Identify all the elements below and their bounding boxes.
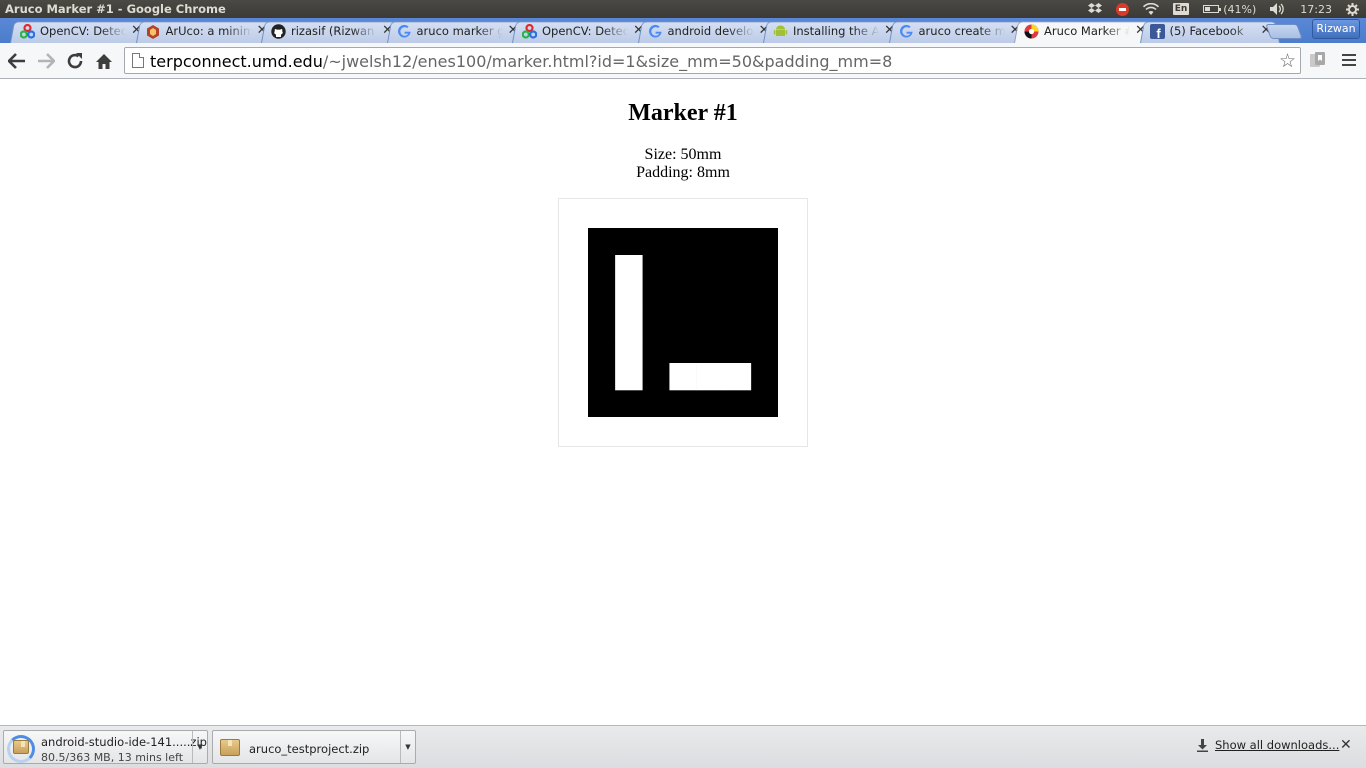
- page-title: Marker #1: [628, 100, 738, 126]
- url-host: terpconnect.umd.edu: [150, 52, 323, 71]
- google-icon: [397, 24, 412, 39]
- system-tray: En (41%) 17:23: [1081, 0, 1366, 18]
- no-entry-icon[interactable]: [1109, 0, 1136, 18]
- marker-white-cell: [723, 363, 752, 391]
- google-icon: [648, 24, 663, 39]
- download-menu-button[interactable]: ▼: [400, 731, 415, 763]
- back-button[interactable]: [5, 49, 29, 73]
- umd-icon: [1024, 24, 1039, 39]
- tab[interactable]: ArUco: a minima✕: [135, 20, 276, 43]
- tab[interactable]: aruco marker ge ✕: [386, 20, 527, 43]
- url-path: /~jwelsh12/enes100/marker.html?id=1&size…: [322, 52, 893, 71]
- settings-gear-icon[interactable]: [1339, 0, 1366, 18]
- tab-title: aruco marker ge: [416, 24, 503, 38]
- tab-title: rizasif (Rizwan A: [291, 24, 377, 38]
- battery-percentage: (41%): [1223, 2, 1257, 16]
- bookmark-star-icon[interactable]: ☆: [1279, 50, 1296, 72]
- aruco-icon: [146, 24, 161, 39]
- close-shelf-icon[interactable]: ✕: [1340, 737, 1352, 753]
- volume-icon[interactable]: [1263, 0, 1293, 18]
- tab[interactable]: Installing the An ✕: [763, 20, 903, 43]
- battery-icon: [1203, 5, 1222, 13]
- marker-white-cell: [696, 363, 725, 391]
- download-item[interactable]: android-studio-ide-141.....zip 80.5/363 …: [3, 730, 208, 764]
- forward-button[interactable]: [34, 49, 58, 73]
- opencv-icon: [20, 24, 35, 39]
- marker-white-cell: [669, 363, 697, 391]
- tab-title: ArUco: a minima: [165, 24, 252, 38]
- opencv-icon: [522, 24, 537, 39]
- battery-indicator[interactable]: (41%): [1196, 0, 1263, 18]
- show-all-downloads-link[interactable]: Show all downloads...: [1196, 738, 1339, 752]
- page-icon: [132, 53, 144, 68]
- marker-white-cell: [615, 309, 643, 337]
- extension-icon[interactable]: [1309, 51, 1327, 69]
- wifi-icon[interactable]: [1136, 0, 1166, 18]
- browser-toolbar: terpconnect.umd.edu/~jwelsh12/enes100/ma…: [0, 43, 1366, 79]
- window-title: Aruco Marker #1 - Google Chrome: [5, 2, 226, 16]
- back-arrow-icon: [8, 53, 25, 69]
- download-status: 80.5/363 MB, 13 mins left: [41, 751, 184, 764]
- download-shelf: android-studio-ide-141.....zip 80.5/363 …: [0, 725, 1366, 768]
- tab-title: android develop: [667, 24, 754, 38]
- tab-strip: OpenCV: Detecti✕ArUco: a minima✕rizasif …: [0, 18, 1366, 43]
- reload-icon: [67, 53, 83, 69]
- profile-button[interactable]: Rizwan: [1312, 19, 1360, 39]
- tab[interactable]: OpenCV: Detecti ✕: [512, 20, 652, 43]
- tab[interactable]: android develop ✕: [637, 20, 778, 43]
- home-icon: [96, 53, 112, 69]
- url-text[interactable]: terpconnect.umd.edu/~jwelsh12/enes100/ma…: [150, 52, 892, 71]
- tab-title: Installing the An: [793, 24, 879, 38]
- forward-arrow-icon: [38, 53, 55, 69]
- tab[interactable]: aruco create ma ✕: [888, 20, 1029, 43]
- aruco-marker-image: [588, 228, 778, 417]
- chrome-menu-icon[interactable]: [1340, 52, 1358, 70]
- new-tab-button[interactable]: [1265, 24, 1303, 39]
- page-content: Marker #1 Size: 50mm Padding: 8mm: [0, 80, 1366, 725]
- marker-size-text: Size: 50mm: [644, 146, 722, 163]
- download-filename: aruco_testproject.zip: [249, 742, 370, 756]
- dropbox-icon[interactable]: [1081, 0, 1109, 18]
- archive-icon: [13, 740, 29, 754]
- android-icon: [773, 24, 788, 39]
- tab-title: aruco create ma: [918, 24, 1005, 38]
- marker-container: [558, 198, 808, 447]
- home-button[interactable]: [92, 49, 116, 73]
- tab[interactable]: OpenCV: Detecti ✕: [10, 20, 150, 43]
- keyboard-language-indicator[interactable]: En: [1166, 0, 1197, 18]
- reload-button[interactable]: [63, 49, 87, 73]
- tab-title: (5) Facebook: [1169, 24, 1244, 38]
- download-menu-button[interactable]: ▼: [192, 731, 207, 763]
- tab-title: Aruco Marker #1: [1044, 24, 1130, 38]
- tab[interactable]: rizasif (Rizwan A ✕: [261, 20, 401, 43]
- address-bar[interactable]: terpconnect.umd.edu/~jwelsh12/enes100/ma…: [124, 47, 1301, 74]
- archive-icon: [220, 739, 240, 756]
- facebook-icon: f: [1149, 24, 1165, 41]
- marker-white-cell: [615, 255, 643, 283]
- marker-white-cell: [615, 282, 643, 310]
- marker-white-cell: [615, 336, 643, 364]
- marker-padding-text: Padding: 8mm: [636, 164, 730, 181]
- tab-title: OpenCV: Detecti: [40, 24, 126, 38]
- download-item[interactable]: aruco_testproject.zip ▼: [212, 730, 416, 764]
- system-top-panel: Aruco Marker #1 - Google Chrome En (41%)…: [0, 0, 1366, 18]
- google-icon: [899, 24, 914, 39]
- download-icon: [1197, 738, 1208, 752]
- tab[interactable]: f (5) Facebook ✕: [1139, 20, 1280, 43]
- github-icon: [271, 24, 286, 39]
- tab[interactable]: Aruco Marker #1✕: [1014, 20, 1154, 43]
- download-filename: android-studio-ide-141.....zip: [41, 735, 207, 749]
- tab-title: OpenCV: Detecti: [542, 24, 628, 38]
- clock[interactable]: 17:23: [1293, 0, 1339, 18]
- marker-white-cell: [615, 363, 643, 391]
